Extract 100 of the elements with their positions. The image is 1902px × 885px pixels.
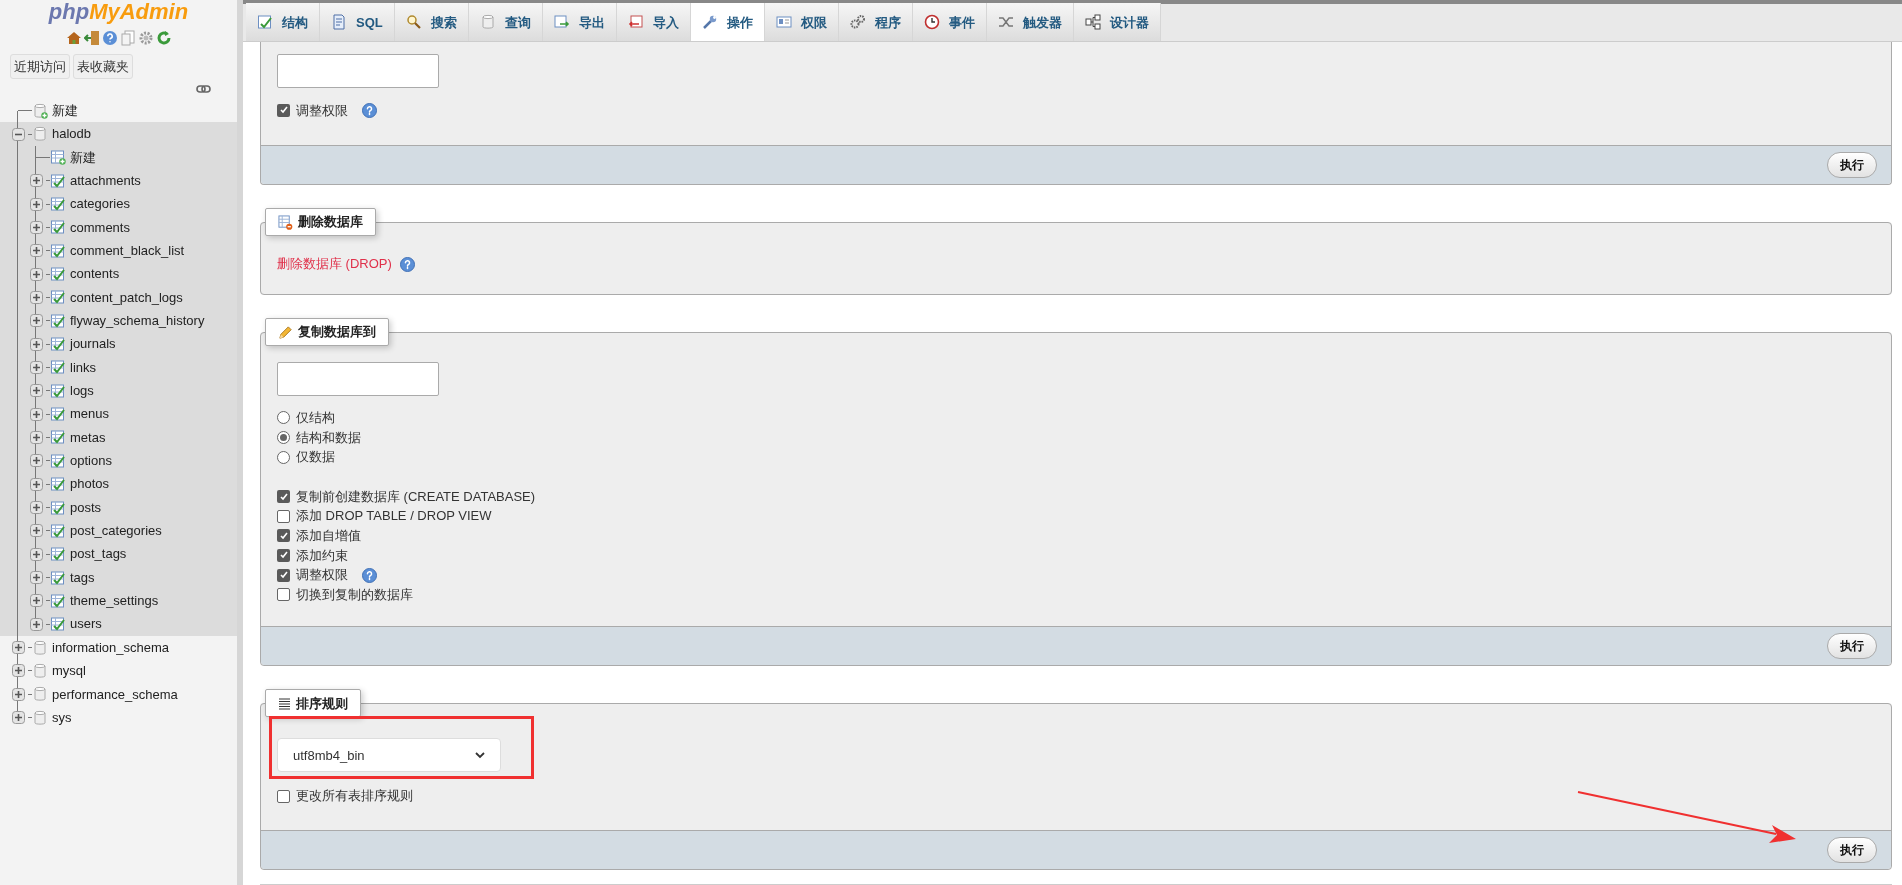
tab[interactable]: 导入 xyxy=(616,3,691,42)
help-icon[interactable] xyxy=(399,256,415,272)
radio-button[interactable] xyxy=(277,430,290,444)
link-icon[interactable] xyxy=(196,85,211,93)
expand-toggle[interactable] xyxy=(29,337,43,351)
table-link[interactable]: options xyxy=(70,451,112,471)
expand-toggle[interactable] xyxy=(29,197,43,211)
collapse-toggle[interactable] xyxy=(11,127,25,141)
expand-toggle[interactable] xyxy=(29,477,43,491)
table-link[interactable]: post_tags xyxy=(70,544,127,564)
home-icon[interactable] xyxy=(65,30,82,46)
checkbox[interactable] xyxy=(277,103,290,117)
expand-toggle[interactable] xyxy=(29,244,43,258)
help-icon[interactable] xyxy=(362,567,377,583)
table-link[interactable]: photos xyxy=(70,474,110,494)
table-link[interactable]: content_patch_logs xyxy=(70,287,183,308)
checkbox-label[interactable]: 复制前创建数据库 (CREATE DATABASE) xyxy=(296,486,536,507)
table-link[interactable]: theme_settings xyxy=(70,591,159,611)
help-icon[interactable] xyxy=(101,30,118,46)
table-link[interactable]: categories xyxy=(70,194,130,214)
tab[interactable]: 搜索 xyxy=(394,3,469,42)
expand-toggle[interactable] xyxy=(29,174,43,188)
radio-label[interactable]: 结构和数据 xyxy=(296,427,361,448)
submit-button[interactable]: 执行 xyxy=(1827,633,1877,660)
expand-toggle[interactable] xyxy=(29,571,43,585)
expand-toggle[interactable] xyxy=(29,220,43,234)
collation-select[interactable]: utf8mb4_bin xyxy=(277,738,501,773)
tab[interactable]: 操作 xyxy=(690,3,765,42)
expand-toggle[interactable] xyxy=(29,501,43,514)
nav-button[interactable]: 近期访问 xyxy=(10,54,70,79)
table-link[interactable]: metas xyxy=(70,427,106,448)
tab[interactable]: SQL xyxy=(320,3,395,42)
submit-button[interactable]: 执行 xyxy=(1827,152,1877,179)
checkbox[interactable] xyxy=(277,548,290,562)
checkbox[interactable] xyxy=(277,588,290,602)
database-link[interactable]: 新建 xyxy=(52,100,78,121)
table-link[interactable]: flyway_schema_history xyxy=(70,311,205,331)
database-link[interactable]: halodb xyxy=(52,124,92,144)
reload-icon[interactable] xyxy=(155,30,172,46)
expand-toggle[interactable] xyxy=(29,454,43,468)
expand-toggle[interactable] xyxy=(29,407,43,421)
expand-toggle[interactable] xyxy=(29,524,43,538)
expand-toggle[interactable] xyxy=(29,267,43,281)
checkbox-label[interactable]: 调整权限 xyxy=(296,100,348,120)
tab[interactable]: 权限 xyxy=(764,3,839,42)
table-link[interactable]: comment_black_list xyxy=(70,241,185,261)
database-link[interactable]: mysql xyxy=(52,661,86,681)
nav-button[interactable]: 表收藏夹 xyxy=(73,54,133,79)
table-link[interactable]: menus xyxy=(70,404,110,424)
checkbox[interactable] xyxy=(277,529,290,543)
database-link[interactable]: performance_schema xyxy=(52,684,178,704)
checkbox-label[interactable]: 添加约束 xyxy=(296,545,348,566)
table-link[interactable]: 新建 xyxy=(70,147,96,168)
text-field[interactable] xyxy=(277,362,439,397)
drop-database-link[interactable]: 删除数据库 (DROP) xyxy=(277,254,392,274)
checkbox-label[interactable]: 添加自增值 xyxy=(296,526,361,546)
settings-icon[interactable] xyxy=(137,30,154,46)
table-link[interactable]: attachments xyxy=(70,170,141,191)
expand-toggle[interactable] xyxy=(11,711,25,725)
radio-label[interactable]: 仅结构 xyxy=(296,408,335,428)
database-link[interactable]: information_schema xyxy=(52,637,170,658)
expand-toggle[interactable] xyxy=(29,360,43,374)
radio-button[interactable] xyxy=(277,411,290,425)
database-link[interactable]: sys xyxy=(52,707,72,728)
text-field[interactable] xyxy=(277,54,439,89)
expand-toggle[interactable] xyxy=(29,431,43,444)
radio-label[interactable]: 仅数据 xyxy=(296,447,335,467)
tab[interactable]: 触发器 xyxy=(986,3,1074,42)
tab[interactable]: 程序 xyxy=(838,3,913,42)
checkbox[interactable] xyxy=(277,490,290,504)
tab[interactable]: 事件 xyxy=(912,3,987,42)
checkbox-label[interactable]: 添加 DROP TABLE / DROP VIEW xyxy=(296,506,492,526)
expand-toggle[interactable] xyxy=(29,594,43,608)
expand-toggle[interactable] xyxy=(29,384,43,398)
help-icon[interactable] xyxy=(362,102,377,118)
checkbox-label[interactable]: 更改所有表排序规则 xyxy=(296,786,413,806)
table-link[interactable]: contents xyxy=(70,264,120,284)
tab[interactable]: 结构 xyxy=(246,3,320,42)
exit-door-icon[interactable] xyxy=(83,30,100,46)
table-link[interactable]: logs xyxy=(70,381,94,401)
logo[interactable]: phpMyAdmin xyxy=(48,1,189,23)
expand-toggle[interactable] xyxy=(29,547,43,561)
table-link[interactable]: comments xyxy=(70,217,130,238)
checkbox-label[interactable]: 调整权限 xyxy=(296,565,348,585)
table-link[interactable]: tags xyxy=(70,567,95,588)
table-link[interactable]: post_categories xyxy=(70,521,162,541)
radio-button[interactable] xyxy=(277,450,290,464)
expand-toggle[interactable] xyxy=(11,687,25,701)
checkbox[interactable] xyxy=(277,789,290,803)
tab[interactable]: 查询 xyxy=(468,3,543,42)
expand-toggle[interactable] xyxy=(11,641,25,655)
expand-toggle[interactable] xyxy=(11,664,25,678)
checkbox-label[interactable]: 切换到复制的数据库 xyxy=(296,584,413,605)
expand-toggle[interactable] xyxy=(29,617,43,631)
table-link[interactable]: users xyxy=(70,614,102,634)
table-link[interactable]: links xyxy=(70,357,96,378)
checkbox[interactable] xyxy=(277,509,290,523)
checkbox[interactable] xyxy=(277,568,290,582)
submit-button[interactable]: 执行 xyxy=(1827,837,1877,863)
table-link[interactable]: posts xyxy=(70,497,102,518)
